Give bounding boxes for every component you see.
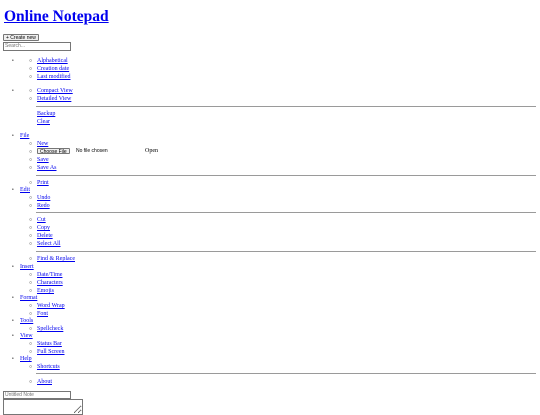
bullet-circle: ○ xyxy=(29,226,33,231)
bullet-circle: ○ xyxy=(29,181,33,186)
file-new-link[interactable]: New xyxy=(37,141,48,148)
bullet-circle: ○ xyxy=(29,196,33,201)
bullet-circle: ○ xyxy=(29,273,33,278)
tools-spellcheck-link[interactable]: Spellcheck xyxy=(37,326,63,333)
menu-view-link[interactable]: View xyxy=(20,333,33,340)
file-print-link[interactable]: Print xyxy=(37,180,49,187)
menu-format-link[interactable]: Format xyxy=(20,295,37,302)
backup-link[interactable]: Backup xyxy=(37,111,55,118)
menu-help-link[interactable]: Help xyxy=(20,356,32,363)
edit-find-replace-link[interactable]: Find & Replace xyxy=(37,256,75,263)
bullet-circle: ○ xyxy=(29,75,33,80)
bullet-circle: ○ xyxy=(29,342,33,347)
menu-file-link[interactable]: File xyxy=(20,133,29,140)
bullet-disc: • xyxy=(12,296,14,301)
divider xyxy=(36,175,536,176)
bullet-circle: ○ xyxy=(29,380,33,385)
bullet-circle: ○ xyxy=(29,166,33,171)
bullet-circle: ○ xyxy=(29,304,33,309)
view-full-screen-link[interactable]: Full Screen xyxy=(37,349,65,356)
bullet-circle: ○ xyxy=(29,97,33,102)
search-input[interactable] xyxy=(3,42,71,51)
view-status-bar-link[interactable]: Status Bar xyxy=(37,341,62,348)
help-shortcuts-link[interactable]: Shortcuts xyxy=(37,364,60,371)
menu-edit-link[interactable]: Edit xyxy=(20,187,30,194)
bullet-circle: ○ xyxy=(29,89,33,94)
bullet-disc: • xyxy=(12,319,14,324)
menu-tools-link[interactable]: Tools xyxy=(20,318,33,325)
insert-datetime-link[interactable]: Date/Time xyxy=(37,272,62,279)
bullet-disc: • xyxy=(12,89,14,94)
app-title-link[interactable]: Online Notepad xyxy=(4,8,109,26)
bullet-circle: ○ xyxy=(29,218,33,223)
edit-copy-link[interactable]: Copy xyxy=(37,225,50,232)
divider xyxy=(36,212,536,213)
edit-select-all-link[interactable]: Select All xyxy=(37,241,61,248)
bullet-circle: ○ xyxy=(29,281,33,286)
bullet-circle: ○ xyxy=(29,257,33,262)
bullet-circle: ○ xyxy=(29,350,33,355)
bullet-circle: ○ xyxy=(29,365,33,370)
file-save-as-link[interactable]: Save As xyxy=(37,165,57,172)
divider xyxy=(36,373,536,374)
note-name-input[interactable] xyxy=(3,391,71,399)
edit-cut-link[interactable]: Cut xyxy=(37,217,46,224)
clear-link[interactable]: Clear xyxy=(37,119,50,126)
choose-file-button[interactable]: Choose File xyxy=(37,148,70,155)
bullet-circle: ○ xyxy=(29,67,33,72)
format-word-wrap-link[interactable]: Word Wrap xyxy=(37,303,65,310)
divider xyxy=(36,106,536,107)
detailed-view-link[interactable]: Detailed View xyxy=(37,96,71,103)
sort-alphabetical-link[interactable]: Alphabetical xyxy=(37,58,68,65)
edit-undo-link[interactable]: Undo xyxy=(37,195,50,202)
divider xyxy=(36,251,536,252)
bullet-circle: ○ xyxy=(29,59,33,64)
edit-delete-link[interactable]: Delete xyxy=(37,233,53,240)
bullet-disc: • xyxy=(12,265,14,270)
bullet-disc: • xyxy=(12,59,14,64)
file-status-text: No file chosen xyxy=(76,148,108,154)
sort-last-modified-link[interactable]: Last modified xyxy=(37,74,71,81)
bullet-circle: ○ xyxy=(29,234,33,239)
bullet-circle: ○ xyxy=(29,158,33,163)
bullet-disc: • xyxy=(12,357,14,362)
bullet-circle: ○ xyxy=(29,142,33,147)
bullet-disc: • xyxy=(12,334,14,339)
file-open-label: Open xyxy=(145,148,158,154)
insert-emojis-link[interactable]: Emojis xyxy=(37,288,54,295)
help-about-link[interactable]: About xyxy=(37,379,52,386)
create-new-button[interactable]: + Create new xyxy=(3,34,39,41)
bullet-circle: ○ xyxy=(29,242,33,247)
bullet-circle: ○ xyxy=(29,312,33,317)
bullet-disc: • xyxy=(12,188,14,193)
note-textarea[interactable] xyxy=(3,399,83,415)
file-save-link[interactable]: Save xyxy=(37,157,49,164)
bullet-circle: ○ xyxy=(29,150,33,155)
edit-redo-link[interactable]: Redo xyxy=(37,203,50,210)
sort-creation-date-link[interactable]: Creation date xyxy=(37,66,69,73)
format-font-link[interactable]: Font xyxy=(37,311,48,318)
bullet-circle: ○ xyxy=(29,327,33,332)
insert-characters-link[interactable]: Characters xyxy=(37,280,63,287)
compact-view-link[interactable]: Compact View xyxy=(37,88,73,95)
bullet-circle: ○ xyxy=(29,204,33,209)
menu-insert-link[interactable]: Insert xyxy=(20,264,34,271)
bullet-circle: ○ xyxy=(29,289,33,294)
bullet-disc: • xyxy=(12,134,14,139)
